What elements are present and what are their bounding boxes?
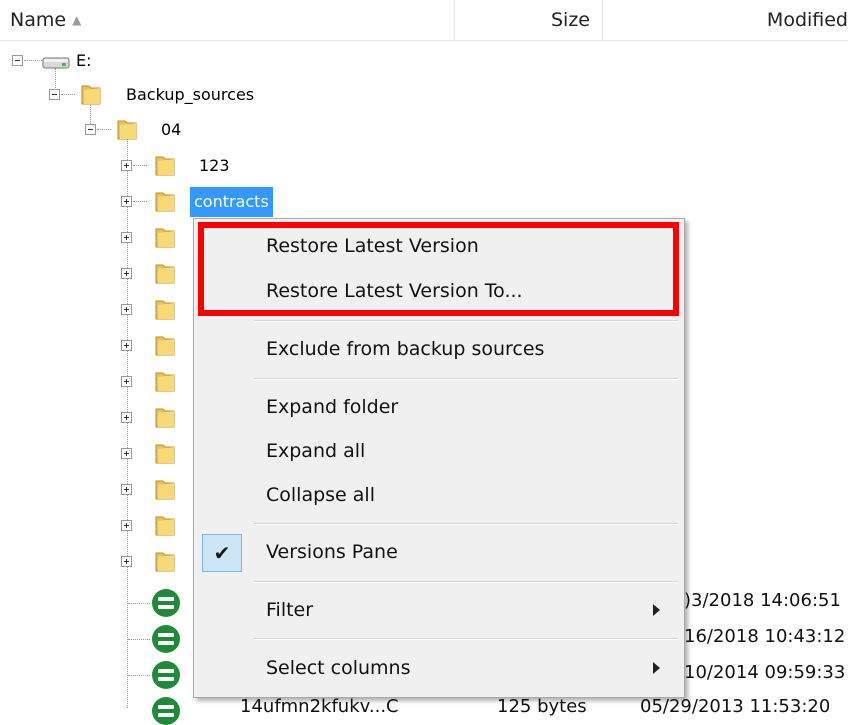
folder-icon bbox=[155, 444, 175, 464]
backed-up-status-icon bbox=[152, 661, 180, 689]
submenu-arrow-icon bbox=[653, 662, 660, 674]
menu-item-select-columns[interactable]: Select columns bbox=[194, 646, 684, 690]
expand-toggle-icon[interactable] bbox=[121, 268, 132, 279]
menu-separator bbox=[254, 581, 678, 583]
tree-guide-line bbox=[128, 675, 150, 676]
expand-toggle-icon[interactable] bbox=[121, 448, 132, 459]
expand-toggle-icon[interactable] bbox=[121, 340, 132, 351]
expand-toggle-icon[interactable] bbox=[121, 412, 132, 423]
expand-toggle-icon[interactable] bbox=[121, 484, 132, 495]
menu-item-restore-latest-to[interactable]: Restore Latest Version To... bbox=[194, 269, 684, 313]
tree-guide-line bbox=[128, 603, 150, 604]
modified-column-label: Modified bbox=[766, 9, 848, 31]
expand-toggle-icon[interactable] bbox=[121, 160, 132, 171]
expand-toggle-icon[interactable] bbox=[121, 232, 132, 243]
modified-column-header[interactable]: Modified bbox=[720, 0, 848, 40]
folder-icon bbox=[155, 480, 175, 500]
context-menu: Restore Latest Version Restore Latest Ve… bbox=[193, 218, 685, 698]
name-column-header[interactable]: Name ▲ bbox=[10, 0, 81, 40]
file-modified: 16/2018 10:43:12 bbox=[684, 626, 846, 647]
collapse-toggle-icon[interactable] bbox=[49, 89, 60, 100]
menu-item-label: Expand all bbox=[266, 440, 366, 462]
name-column-label: Name bbox=[10, 9, 67, 31]
tree-guide-line bbox=[61, 94, 75, 95]
folder-icon bbox=[81, 85, 101, 105]
folder-icon bbox=[155, 156, 175, 176]
backed-up-status-icon bbox=[152, 625, 180, 653]
folder-label: 04 bbox=[161, 120, 182, 139]
column-divider[interactable] bbox=[602, 0, 603, 40]
folder-label-selected: contracts bbox=[190, 187, 273, 217]
file-modified: 05/29/2013 11:53:20 bbox=[640, 696, 831, 717]
menu-separator bbox=[254, 320, 678, 322]
menu-item-expand-all[interactable]: Expand all bbox=[194, 429, 684, 473]
expand-toggle-icon[interactable] bbox=[121, 556, 132, 567]
submenu-arrow-icon bbox=[653, 604, 660, 616]
menu-item-label: Versions Pane bbox=[266, 541, 398, 563]
file-name: 14ufmn2kfukv...C bbox=[240, 696, 399, 717]
folder-label: Backup_sources bbox=[126, 85, 255, 104]
expand-toggle-icon[interactable] bbox=[121, 520, 132, 531]
folder-icon bbox=[155, 408, 175, 428]
folder-icon bbox=[155, 192, 175, 212]
checkmark-icon: ✔ bbox=[202, 534, 242, 572]
collapse-toggle-icon[interactable] bbox=[85, 124, 96, 135]
tree-guide-line bbox=[127, 138, 128, 708]
menu-item-label: Restore Latest Version To... bbox=[266, 280, 523, 302]
collapse-toggle-icon[interactable] bbox=[12, 55, 23, 66]
backed-up-status-icon bbox=[152, 697, 180, 725]
drive-label: E: bbox=[76, 51, 92, 70]
expand-toggle-icon[interactable] bbox=[121, 304, 132, 315]
menu-item-filter[interactable]: Filter bbox=[194, 588, 684, 632]
menu-separator bbox=[254, 523, 678, 525]
menu-item-expand-folder[interactable]: Expand folder bbox=[194, 385, 684, 429]
tree-guide-line bbox=[133, 201, 147, 202]
drive-icon bbox=[42, 57, 70, 69]
folder-icon bbox=[155, 264, 175, 284]
size-column-header[interactable]: Size bbox=[510, 0, 590, 40]
menu-item-label: Collapse all bbox=[266, 484, 375, 506]
folder-icon bbox=[155, 336, 175, 356]
file-modified: 10/2014 09:59:33 bbox=[684, 662, 846, 683]
folder-icon bbox=[155, 552, 175, 572]
file-modified: )3/2018 14:06:51 bbox=[684, 590, 841, 611]
tree-guide-line bbox=[24, 60, 42, 61]
menu-item-label: Exclude from backup sources bbox=[266, 338, 545, 360]
file-size: 125 bytes bbox=[497, 696, 587, 717]
tree-guide-line bbox=[133, 165, 147, 166]
menu-item-label: Expand folder bbox=[266, 396, 399, 418]
menu-separator bbox=[254, 638, 678, 640]
sort-ascending-icon: ▲ bbox=[72, 13, 82, 27]
folder-icon bbox=[155, 516, 175, 536]
menu-separator bbox=[254, 378, 678, 380]
column-divider[interactable] bbox=[454, 0, 455, 40]
backed-up-status-icon bbox=[152, 589, 180, 617]
menu-item-label: Select columns bbox=[266, 657, 411, 679]
menu-item-label: Restore Latest Version bbox=[266, 235, 479, 257]
folder-icon bbox=[155, 228, 175, 248]
tree-guide-line bbox=[97, 129, 111, 130]
menu-item-restore-latest[interactable]: Restore Latest Version bbox=[194, 224, 684, 268]
expand-toggle-icon[interactable] bbox=[121, 196, 132, 207]
menu-item-label: Filter bbox=[266, 599, 314, 621]
size-column-label: Size bbox=[550, 9, 590, 31]
folder-icon bbox=[155, 372, 175, 392]
folder-label: 123 bbox=[199, 156, 230, 175]
tree-guide-line bbox=[128, 639, 150, 640]
column-header: Name ▲ Size Modified bbox=[0, 0, 848, 41]
folder-icon bbox=[155, 300, 175, 320]
menu-item-collapse-all[interactable]: Collapse all bbox=[194, 473, 684, 517]
expand-toggle-icon[interactable] bbox=[121, 376, 132, 387]
menu-item-exclude[interactable]: Exclude from backup sources bbox=[194, 327, 684, 371]
menu-item-versions-pane[interactable]: ✔ Versions Pane bbox=[194, 530, 684, 574]
folder-icon bbox=[117, 120, 137, 140]
